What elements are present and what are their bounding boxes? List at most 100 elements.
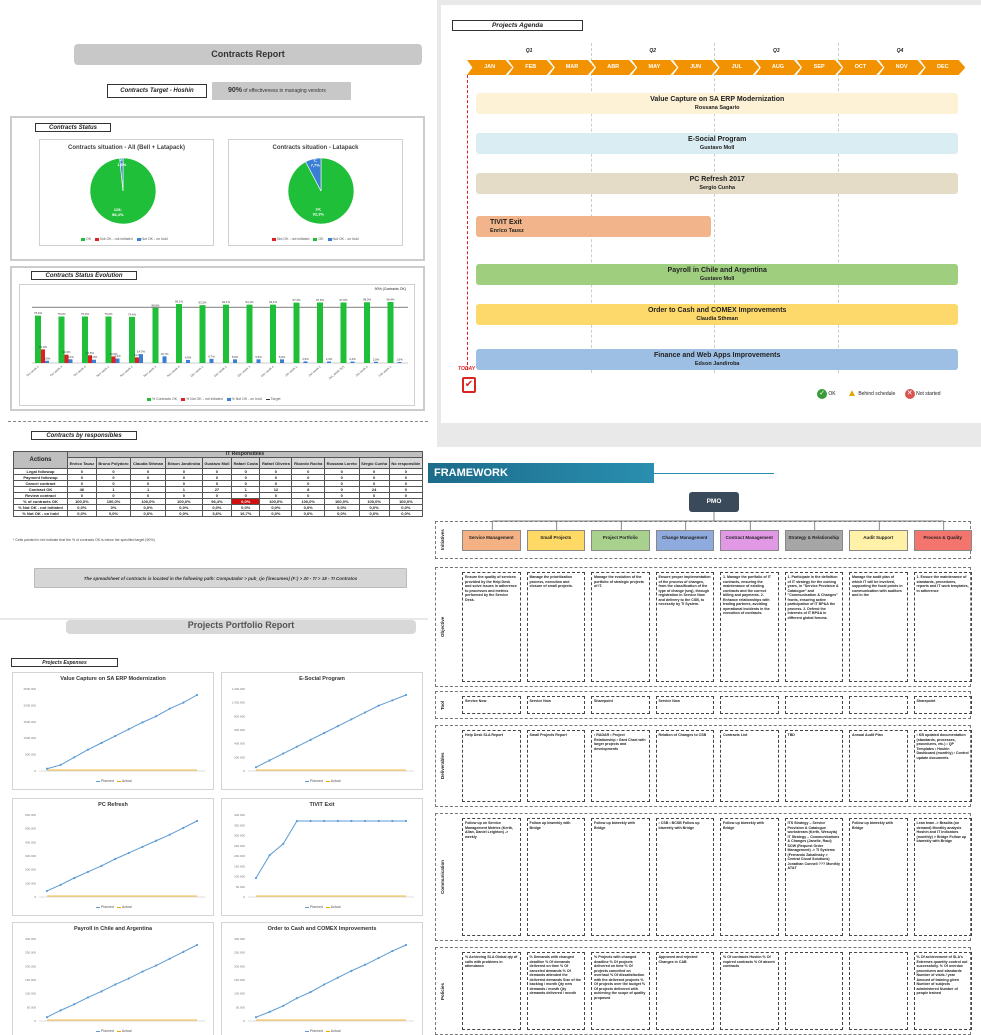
expense-chart-card: Order to Cash and COMEX Improvements 300.… — [221, 922, 423, 1035]
evolution-bar — [327, 361, 331, 363]
bar-data-label: 5,3% — [91, 355, 98, 359]
actions-header: Actions — [13, 451, 68, 469]
responsible-column-header: No responsible — [388, 457, 424, 469]
y-tick-label: 1500.000 — [23, 720, 36, 724]
table-footnote: * Cells painted in red indicate that the… — [13, 538, 156, 542]
planned-point — [127, 728, 130, 731]
table-cell: 0,0% — [130, 510, 166, 517]
evolution-bar — [199, 305, 206, 363]
tool-cell: Sharepoint — [591, 696, 650, 714]
legend-item: % Not OK - on hold — [231, 397, 262, 401]
evolution-bar — [45, 360, 49, 363]
quarter-label: Q1 — [525, 48, 533, 54]
planned-point — [168, 957, 171, 960]
objective-cell: 1. Participate in the definition of IT s… — [784, 572, 843, 682]
bar-data-label: 97,4% — [293, 298, 301, 302]
project-bar: Value Capture on SA ERP Modernization Ros… — [476, 93, 959, 114]
category-tick-label: Oct week 3 — [49, 364, 63, 377]
planned-point — [73, 1003, 76, 1006]
tool-cell: Service Now — [655, 696, 714, 714]
y-tick-label: 400.000 — [25, 840, 36, 844]
planned-point — [363, 819, 367, 823]
legend-item: Planned — [101, 779, 114, 783]
planned-series-line — [255, 944, 407, 1018]
y-tick-label: 800.000 — [234, 714, 245, 718]
planned-point — [127, 851, 130, 855]
category-tick-label: Jan week 4 — [354, 364, 368, 377]
pie-latapack-legend: Not OK - not initiated OK Not OK - on ho… — [269, 237, 359, 241]
planned-point — [154, 839, 158, 842]
bar-data-label: 75,0% — [58, 312, 66, 316]
legend-not-started: Not started — [916, 390, 941, 397]
bar-data-label: 5,9% — [279, 355, 286, 359]
project-name: PC Refresh 2017 — [689, 176, 745, 183]
evolution-bar — [58, 316, 65, 363]
planned-point — [100, 741, 103, 744]
communication-cell: Follow up biweekly with Bridge — [849, 818, 908, 936]
planned-point — [323, 819, 326, 823]
evolution-bar — [317, 302, 323, 363]
evolution-bar — [340, 302, 347, 363]
row-label-deliverables: Deliverables — [440, 752, 445, 780]
project-lead: Enrico Tausz — [490, 228, 524, 234]
y-tick-label: 400.000 — [234, 813, 245, 817]
month-chevron: DEC — [920, 60, 966, 75]
project-name: E-Social Program — [688, 136, 747, 143]
bar-data-label: 2,0% — [373, 357, 380, 361]
evolution-bar — [139, 354, 143, 363]
legend-behind: Behind schedule — [858, 390, 896, 397]
row-label-initiatives: Initiatives — [440, 529, 445, 551]
tool-cell: Service Now — [462, 696, 521, 714]
contracts-report-panel: Contracts Report Contracts Target - Hosh… — [0, 0, 437, 618]
portfolio-title: Projects Portfolio Report — [66, 620, 416, 634]
framework-panel: FRAMEWORK PMO Initiatives Service Manage… — [428, 447, 981, 1035]
month-chevron: JAN — [467, 60, 513, 75]
y-tick-label: 0 — [243, 1019, 245, 1023]
planned-point — [59, 763, 62, 767]
legend-item: Planned — [101, 1029, 114, 1033]
month-chevron: ABR — [590, 60, 636, 75]
planned-point — [309, 738, 312, 741]
objective-cell: Manage the prioritization process, execu… — [526, 572, 585, 682]
deliverables-cell: Annual Audit Plan — [849, 730, 908, 802]
policies-cell: % Projects with changed deadline % Of pr… — [591, 952, 650, 1030]
planned-point — [391, 819, 394, 823]
planned-point — [59, 883, 62, 886]
category-tick-label: Feb week 1 — [378, 364, 393, 377]
expense-line-chart: 400.000 350.000 300.000 250.000 200.000 150.0… — [234, 813, 414, 899]
initiative-box: Process & Quality — [913, 530, 972, 551]
legend-item: Actual — [330, 1029, 341, 1033]
legend-item: Planned — [310, 1029, 323, 1033]
communication-cell: ITS Strategy – Service Provision & Catal… — [784, 818, 843, 936]
row-label-objective: Objective — [440, 616, 445, 638]
evolution-bar — [387, 301, 394, 363]
planned-point — [86, 748, 90, 751]
planned-point — [195, 693, 199, 697]
bar-data-label: 2,4% — [349, 357, 356, 361]
table-cell: 0,0% — [259, 510, 293, 517]
expense-chart-legend: Planned Actual — [93, 905, 132, 909]
bar-data-label: 97,6% — [340, 298, 348, 302]
evolution-bar — [115, 358, 120, 363]
expense-chart-legend: Planned Actual — [93, 1029, 132, 1033]
initiative-box: Service Management — [462, 530, 521, 551]
bar-data-label: 94,1% — [246, 300, 254, 304]
planned-point — [336, 976, 339, 979]
planned-point — [45, 767, 49, 770]
legend-item: Target — [270, 397, 281, 401]
tool-cell — [849, 696, 908, 714]
warning-icon: ▲ — [847, 388, 857, 399]
y-tick-label: 100.000 — [25, 992, 36, 996]
planned-point — [86, 996, 90, 999]
evolution-bar — [209, 358, 214, 363]
evolution-bar — [246, 304, 253, 363]
pie-all-legend: OK Not OK - not initiated Not OK - on ho… — [78, 237, 168, 241]
pie-all-chart: 125; 98,4%2; 1,6% — [89, 157, 157, 225]
quarter-label: Q4 — [896, 48, 904, 54]
pie-card-latapack: Contracts situation - Latapack 24; 92,3% 2… — [228, 139, 403, 246]
responsible-column-header: Sérgio Cunha — [358, 457, 390, 469]
quarter-label: Q2 — [649, 48, 657, 54]
policies-cell: % Of achievement of SLA's Extremes quant… — [913, 952, 972, 1030]
y-tick-label: 300.000 — [25, 854, 36, 858]
category-tick-label: Nov week 3 — [143, 364, 158, 377]
